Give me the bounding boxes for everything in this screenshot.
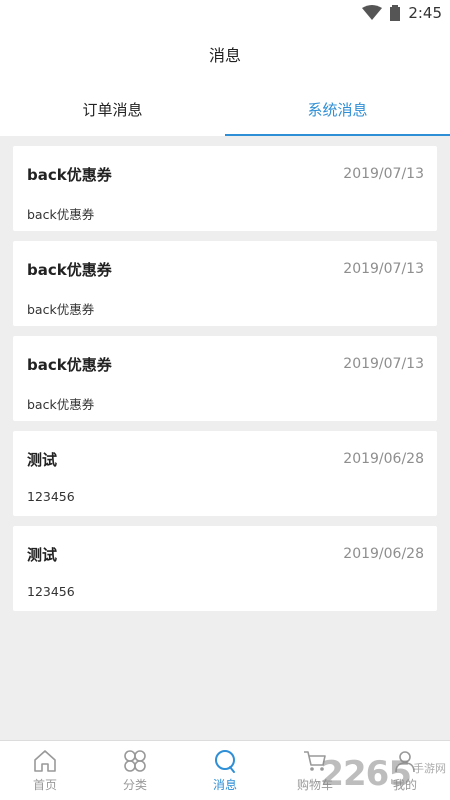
- message-title: 测试: [27, 451, 58, 469]
- watermark-text: 手游网: [413, 762, 446, 775]
- status-bar: 2:45: [0, 0, 450, 26]
- message-item[interactable]: 测试 2019/06/28 123456: [13, 526, 437, 611]
- message-date: 2019/06/28: [343, 546, 424, 562]
- tab-system-messages[interactable]: 系统消息: [225, 82, 450, 136]
- home-icon: [34, 750, 56, 772]
- message-date: 2019/07/13: [343, 356, 424, 372]
- message-date: 2019/06/28: [343, 451, 424, 467]
- watermark: 2265 手游网: [320, 754, 446, 794]
- wifi-icon: [362, 5, 383, 20]
- page-title: 消息: [208, 46, 241, 65]
- message-list: back优惠券 2019/07/13 back优惠券 back优惠券 2019/…: [13, 146, 437, 621]
- category-icon: [124, 750, 146, 772]
- message-item[interactable]: back优惠券 2019/07/13 back优惠券: [13, 336, 437, 421]
- message-item[interactable]: 测试 2019/06/28 123456: [13, 431, 437, 516]
- message-body: back优惠券: [27, 207, 95, 222]
- nav-label: 分类: [122, 778, 147, 792]
- tab-label: 订单消息: [82, 100, 143, 119]
- nav-category[interactable]: 分类: [90, 741, 180, 800]
- message-title: back优惠券: [27, 261, 112, 279]
- message-body: 123456: [27, 489, 75, 504]
- message-title: back优惠券: [27, 356, 112, 374]
- nav-home[interactable]: 首页: [0, 741, 90, 800]
- nav-label: 消息: [212, 778, 237, 792]
- title-bar: 消息: [0, 26, 450, 82]
- message-body: back优惠券: [27, 397, 95, 412]
- status-time: 2:45: [408, 4, 442, 22]
- nav-message[interactable]: 消息: [180, 741, 270, 800]
- message-date: 2019/07/13: [343, 261, 424, 277]
- message-title: back优惠券: [27, 166, 112, 184]
- tab-order-messages[interactable]: 订单消息: [0, 82, 225, 136]
- message-icon: [215, 750, 235, 773]
- message-body: 123456: [27, 584, 75, 599]
- message-body: back优惠券: [27, 302, 95, 317]
- nav-label: 首页: [32, 778, 57, 792]
- watermark-logo: 2265: [320, 754, 412, 794]
- message-item[interactable]: back优惠券 2019/07/13 back优惠券: [13, 146, 437, 231]
- message-item[interactable]: back优惠券 2019/07/13 back优惠券: [13, 241, 437, 326]
- tab-bar: 订单消息 系统消息: [0, 82, 450, 136]
- tab-label: 系统消息: [307, 100, 368, 119]
- message-date: 2019/07/13: [343, 166, 424, 182]
- battery-icon: [390, 5, 401, 21]
- message-title: 测试: [27, 546, 58, 564]
